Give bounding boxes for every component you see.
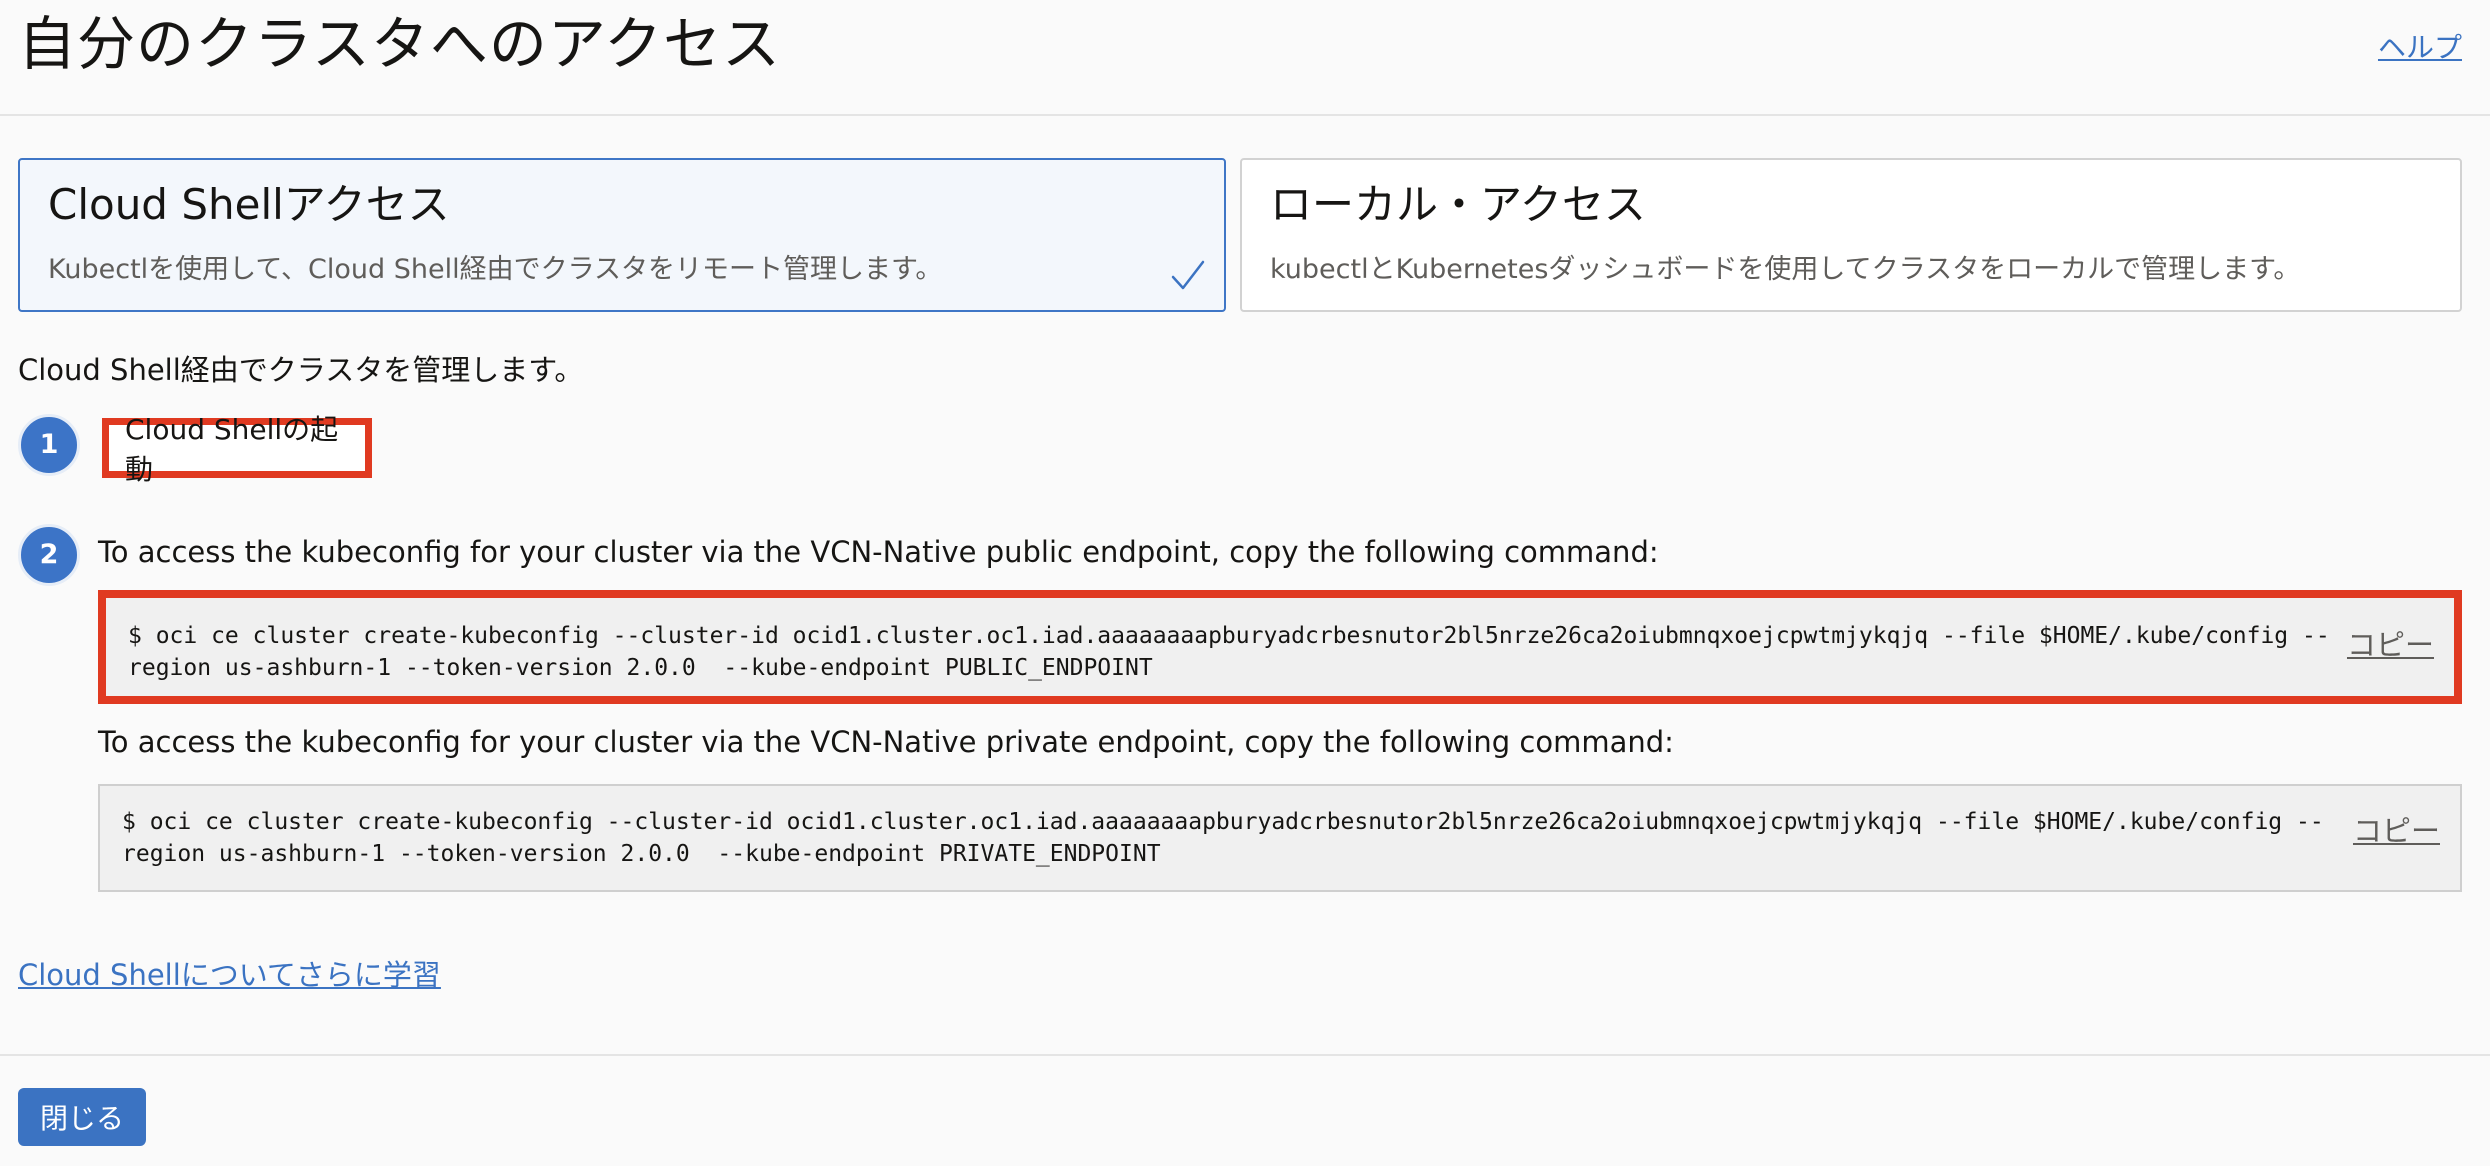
public-endpoint-instruction: To access the kubeconfig for your cluste… [98, 535, 1659, 569]
step-number-2: 2 [18, 524, 80, 586]
public-command-box: $ oci ce cluster create-kubeconfig --clu… [98, 590, 2462, 704]
page-header: 自分のクラスタへのアクセス ヘルプ [0, 0, 2490, 116]
help-link[interactable]: ヘルプ [2378, 26, 2462, 66]
check-icon [1171, 260, 1205, 290]
cloud-shell-access-description: Kubectlを使用して、Cloud Shell経由でクラスタをリモート管理しま… [48, 254, 943, 285]
close-button[interactable]: 閉じる [18, 1088, 146, 1146]
private-command-text[interactable]: $ oci ce cluster create-kubeconfig --clu… [122, 806, 2336, 870]
copy-public-command-link[interactable]: コピー [2347, 622, 2434, 664]
launch-cloud-shell-button[interactable]: Cloud Shellの起動 [102, 413, 372, 486]
learn-more-cloud-shell-link[interactable]: Cloud Shellについてさらに学習 [18, 952, 441, 994]
page-title: 自分のクラスタへのアクセス [18, 10, 781, 78]
launch-cloud-shell-label: Cloud Shellの起動 [125, 413, 339, 486]
cloud-shell-access-option[interactable]: Cloud Shellアクセス Kubectlを使用して、Cloud Shell… [18, 158, 1226, 312]
local-access-description: kubectlとKubernetesダッシュボードを使用してクラスタをローカルで… [1270, 254, 2301, 285]
private-command-box: $ oci ce cluster create-kubeconfig --clu… [98, 784, 2462, 892]
local-access-option[interactable]: ローカル・アクセス kubectlとKubernetesダッシュボードを使用して… [1240, 158, 2462, 312]
dialog-footer: 閉じる [0, 1054, 2490, 1166]
private-endpoint-instruction: To access the kubeconfig for your cluste… [98, 725, 1674, 759]
public-command-text[interactable]: $ oci ce cluster create-kubeconfig --clu… [128, 620, 2330, 684]
step-number-1: 1 [18, 414, 80, 476]
copy-private-command-link[interactable]: コピー [2353, 808, 2440, 850]
cloud-shell-access-title: Cloud Shellアクセス [48, 180, 450, 229]
intro-text: Cloud Shell経由でクラスタを管理します。 [18, 353, 584, 387]
local-access-title: ローカル・アクセス [1270, 180, 1646, 229]
